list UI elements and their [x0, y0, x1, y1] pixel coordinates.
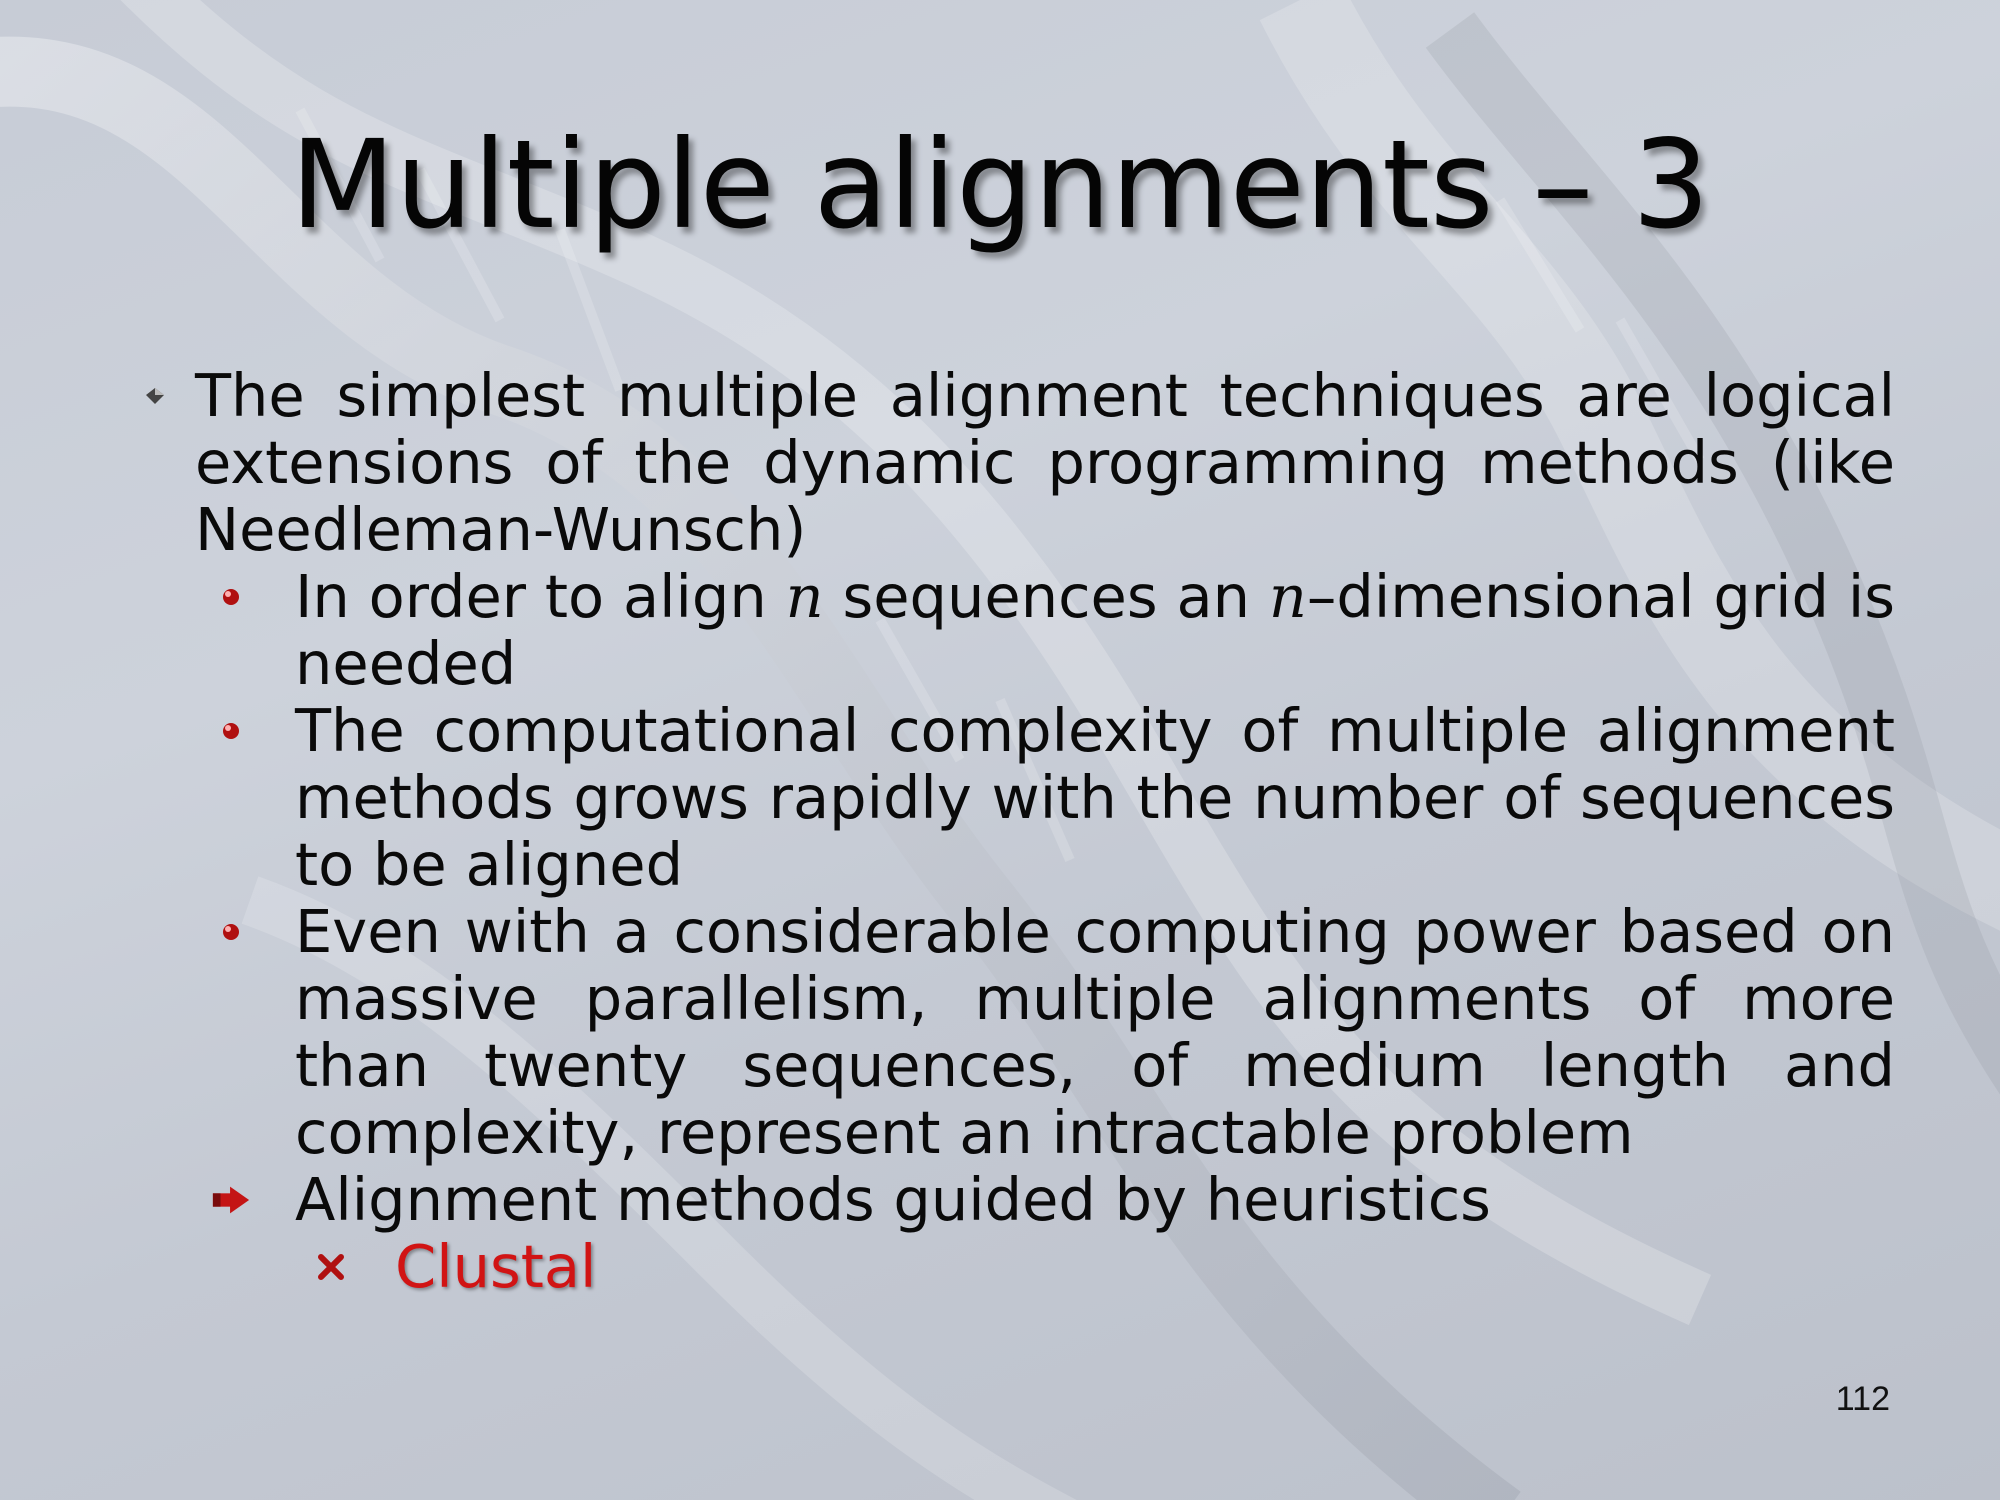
red-arrow-bullet-icon — [211, 1166, 251, 1233]
bullet-text: The computational complexity of multiple… — [295, 696, 1895, 899]
bullet-text-clustal: Clustal — [395, 1232, 597, 1301]
bullet-text: In order to align n sequences an n–dimen… — [295, 562, 1895, 698]
bullet-item: Clustal — [318, 1232, 1895, 1301]
bullet-text: Even with a considerable computing power… — [295, 897, 1895, 1167]
slide-title: Multiple alignments – 3 — [290, 114, 1710, 256]
red-ball-bullet-icon — [211, 898, 251, 965]
red-x-bullet-icon — [311, 1233, 351, 1300]
math-variable-n: n — [785, 562, 824, 631]
red-ball-bullet-icon — [211, 697, 251, 764]
math-variable-n: n — [1268, 562, 1307, 631]
bullet-item: In order to align n sequences an n–dimen… — [223, 562, 1895, 698]
bullet-item: Even with a considerable computing power… — [223, 897, 1895, 1167]
bullet-item: Alignment methods guided by heuristics — [212, 1165, 1895, 1234]
bullet-item: The computational complexity of multiple… — [223, 696, 1895, 899]
diamond-bullet-icon — [135, 362, 175, 429]
red-ball-bullet-icon — [211, 563, 251, 630]
bullet-text: Alignment methods guided by heuristics — [295, 1165, 1491, 1234]
page-number: 112 — [1835, 1380, 1890, 1418]
bullet-item: The simplest multiple alignment techniqu… — [146, 361, 1895, 564]
bullet-list: The simplest multiple alignment techniqu… — [146, 361, 1895, 1301]
bullet-text: The simplest multiple alignment techniqu… — [195, 361, 1895, 564]
